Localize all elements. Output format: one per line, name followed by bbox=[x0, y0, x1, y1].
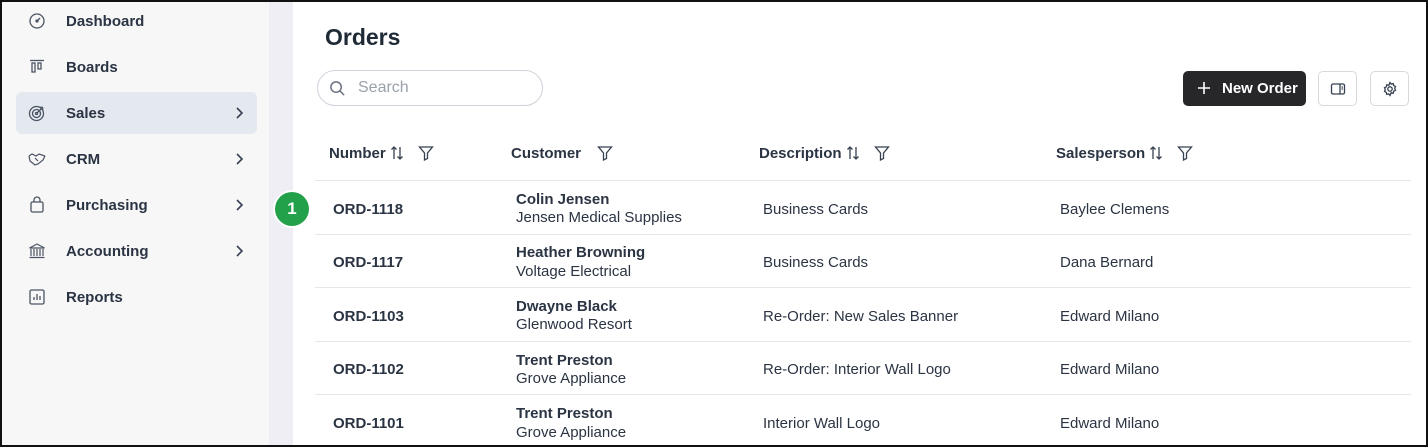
table-divider bbox=[315, 341, 1411, 342]
sidebar-item-label: CRM bbox=[66, 150, 101, 168]
settings-button[interactable] bbox=[1370, 71, 1409, 106]
sort-icon[interactable] bbox=[389, 145, 405, 161]
search-input[interactable] bbox=[358, 78, 534, 98]
sidebar-item-boards[interactable]: Boards bbox=[16, 46, 257, 88]
column-header-label: Number bbox=[329, 144, 386, 162]
filter-icon[interactable] bbox=[597, 145, 613, 161]
column-header-label: Description bbox=[759, 144, 842, 162]
customer-name: Trent Preston bbox=[516, 405, 613, 422]
order-description: Re-Order: Interior Wall Logo bbox=[763, 361, 951, 378]
filter-icon[interactable] bbox=[1177, 145, 1194, 161]
column-header-description[interactable]: Description bbox=[759, 144, 890, 162]
customer-company: Glenwood Resort bbox=[516, 316, 632, 333]
sidebar-item-crm[interactable]: CRM bbox=[16, 138, 257, 180]
customer-name: Dwayne Black bbox=[516, 298, 617, 315]
order-number[interactable]: ORD-1103 bbox=[333, 308, 404, 325]
order-description: Interior Wall Logo bbox=[763, 415, 880, 432]
toggle-panel-button[interactable] bbox=[1318, 71, 1357, 106]
sidebar: Dashboard Boards Sales CRM Purchasing Ac… bbox=[2, 2, 269, 445]
customer-name: Colin Jensen bbox=[516, 191, 610, 208]
chevron-right-icon bbox=[236, 107, 244, 119]
order-number[interactable]: ORD-1102 bbox=[333, 361, 404, 378]
sidebar-item-dashboard[interactable]: Dashboard bbox=[16, 2, 257, 42]
sidebar-item-label: Sales bbox=[66, 104, 106, 122]
order-number[interactable]: ORD-1101 bbox=[333, 415, 404, 432]
chevron-right-icon bbox=[236, 199, 244, 211]
table-divider bbox=[315, 180, 1411, 181]
table-divider bbox=[315, 234, 1411, 235]
chevron-right-icon bbox=[236, 245, 244, 257]
table-divider bbox=[315, 287, 1411, 288]
customer-company: Jensen Medical Supplies bbox=[516, 209, 682, 226]
column-header-customer[interactable]: Customer bbox=[511, 144, 613, 162]
new-order-label: New Order bbox=[1222, 80, 1298, 97]
shopping-bag-icon bbox=[28, 196, 46, 214]
order-description: Business Cards bbox=[763, 201, 869, 218]
order-number[interactable]: ORD-1118 bbox=[333, 201, 403, 218]
column-header-salesperson[interactable]: Salesperson bbox=[1056, 144, 1194, 162]
filter-icon[interactable] bbox=[873, 145, 890, 161]
search-icon bbox=[330, 81, 345, 96]
handshake-icon bbox=[28, 150, 46, 168]
target-icon bbox=[28, 104, 46, 122]
sidebar-item-accounting[interactable]: Accounting bbox=[16, 230, 257, 272]
salesperson: Edward Milano bbox=[1060, 361, 1160, 378]
bank-icon bbox=[28, 242, 46, 260]
sort-icon[interactable] bbox=[1148, 145, 1164, 161]
customer-company: Grove Appliance bbox=[516, 424, 627, 441]
salesperson: Edward Milano bbox=[1060, 308, 1160, 325]
app-window: Dashboard Boards Sales CRM Purchasing Ac… bbox=[0, 0, 1428, 447]
customer-company: Voltage Electrical bbox=[516, 263, 632, 280]
gear-icon bbox=[1383, 81, 1397, 97]
table-divider bbox=[315, 394, 1411, 395]
sidebar-item-sales[interactable]: Sales bbox=[16, 92, 257, 134]
main-content: Orders New Order Number Customer Descrip… bbox=[293, 2, 1426, 445]
panel-icon bbox=[1330, 83, 1346, 95]
order-description: Business Cards bbox=[763, 254, 869, 271]
sidebar-item-label: Accounting bbox=[66, 242, 149, 260]
bar-chart-icon bbox=[28, 288, 46, 306]
plus-icon bbox=[1198, 82, 1210, 94]
salesperson: Edward Milano bbox=[1060, 415, 1160, 432]
kanban-icon bbox=[28, 58, 46, 76]
sidebar-item-label: Boards bbox=[66, 58, 118, 76]
search-box[interactable] bbox=[317, 70, 543, 106]
sidebar-item-reports[interactable]: Reports bbox=[16, 276, 257, 318]
sidebar-item-label: Reports bbox=[66, 288, 123, 306]
column-header-label: Salesperson bbox=[1056, 144, 1146, 162]
customer-company: Grove Appliance bbox=[516, 370, 627, 387]
sidebar-item-label: Purchasing bbox=[66, 196, 148, 214]
sort-icon[interactable] bbox=[845, 145, 861, 161]
customer-name: Trent Preston bbox=[516, 352, 613, 369]
sidebar-item-purchasing[interactable]: Purchasing bbox=[16, 184, 257, 226]
sidebar-item-label: Dashboard bbox=[66, 12, 145, 30]
gauge-icon bbox=[28, 12, 46, 30]
order-number[interactable]: ORD-1117 bbox=[333, 254, 403, 271]
column-header-number[interactable]: Number bbox=[329, 144, 434, 162]
step-badge: 1 bbox=[275, 192, 309, 226]
customer-name: Heather Browning bbox=[516, 244, 646, 261]
page-title: Orders bbox=[325, 24, 401, 50]
filter-icon[interactable] bbox=[417, 145, 434, 161]
chevron-right-icon bbox=[236, 153, 244, 165]
salesperson: Dana Bernard bbox=[1060, 254, 1154, 271]
order-description: Re-Order: New Sales Banner bbox=[763, 308, 959, 325]
column-header-label: Customer bbox=[511, 144, 582, 162]
salesperson: Baylee Clemens bbox=[1060, 201, 1170, 218]
new-order-button[interactable]: New Order bbox=[1183, 71, 1306, 106]
